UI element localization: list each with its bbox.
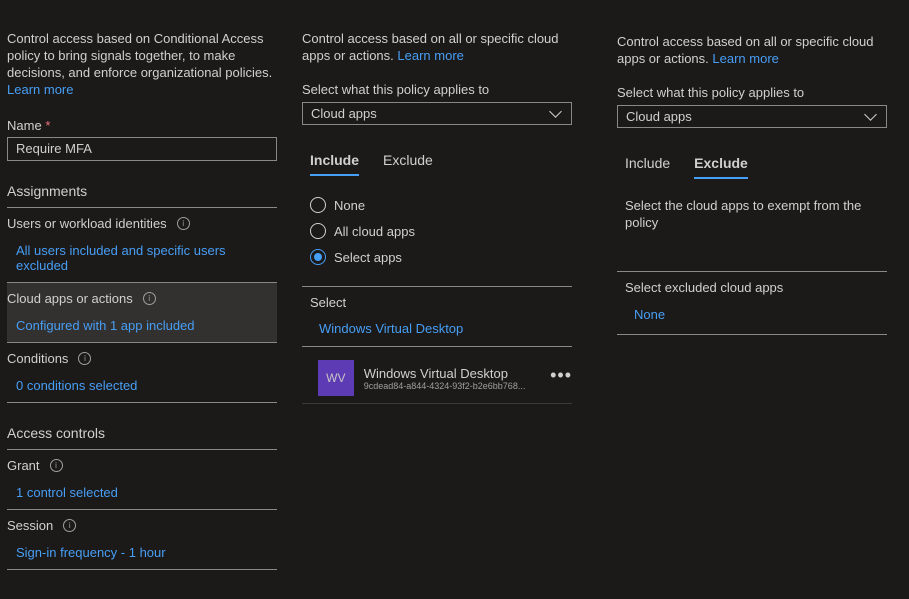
cloud-apps-intro: Control access based on all or specific … xyxy=(617,34,874,66)
assignments-heading: Assignments xyxy=(7,183,277,208)
grant-row: Grant i 1 control selected xyxy=(7,450,277,510)
info-icon[interactable]: i xyxy=(78,352,92,365)
session-row: Session i Sign-in frequency - 1 hour xyxy=(7,510,277,570)
excluded-apps-label: Select excluded cloud apps xyxy=(625,280,784,295)
applies-to-dropdown[interactable]: Cloud apps xyxy=(302,102,572,125)
tab-include[interactable]: Include xyxy=(625,155,670,179)
select-apps-link[interactable]: Windows Virtual Desktop xyxy=(310,321,572,336)
app-id: 9cdead84-a844-4324-93f2-b2e6bb768... xyxy=(363,380,526,391)
cloud-apps-title: Cloud apps or actions xyxy=(7,291,133,306)
learn-more-link[interactable]: Learn more xyxy=(397,48,463,63)
tab-exclude[interactable]: Exclude xyxy=(694,155,748,179)
exclude-description: Select the cloud apps to exempt from the… xyxy=(625,198,862,230)
excluded-apps-link[interactable]: None xyxy=(625,307,887,322)
cloud-apps-exclude-panel: Control access based on all or specific … xyxy=(617,0,887,335)
select-apps-section: Select Windows Virtual Desktop xyxy=(302,286,572,347)
tab-exclude[interactable]: Exclude xyxy=(383,152,433,176)
policy-panel: Control access based on Conditional Acce… xyxy=(7,0,277,570)
radio-select-apps[interactable]: Select apps xyxy=(310,244,572,270)
radio-circle[interactable] xyxy=(310,223,326,239)
radio-circle-selected[interactable] xyxy=(310,249,326,265)
conditions-title: Conditions xyxy=(7,351,69,366)
users-link[interactable]: All users included and specific users ex… xyxy=(7,243,277,273)
radio-none[interactable]: None xyxy=(310,192,572,218)
app-tile-icon: WV xyxy=(318,360,354,396)
info-icon[interactable]: i xyxy=(142,292,156,305)
cloud-apps-include-panel: Control access based on all or specific … xyxy=(302,0,572,404)
chevron-down-icon xyxy=(864,107,877,121)
apps-radio-group: None All cloud apps Select apps xyxy=(302,192,572,270)
required-marker: * xyxy=(45,118,51,133)
info-icon[interactable]: i xyxy=(63,519,77,532)
grant-title: Grant xyxy=(7,458,40,473)
more-icon[interactable]: ••• xyxy=(550,365,572,386)
radio-circle[interactable] xyxy=(310,197,326,213)
info-icon[interactable]: i xyxy=(49,459,63,472)
include-exclude-tabs: Include Exclude xyxy=(617,155,887,179)
access-controls-heading: Access controls xyxy=(7,425,277,450)
excluded-apps-section: Select excluded cloud apps None xyxy=(617,271,887,335)
applies-to-dropdown[interactable]: Cloud apps xyxy=(617,105,887,128)
name-label: Name * xyxy=(7,118,51,133)
chevron-down-icon xyxy=(549,104,562,118)
cloud-apps-row[interactable]: Cloud apps or actions i Configured with 1… xyxy=(7,283,277,343)
learn-more-link[interactable]: Learn more xyxy=(712,51,778,66)
conditions-link[interactable]: 0 conditions selected xyxy=(7,378,277,393)
tab-include[interactable]: Include xyxy=(310,152,360,176)
select-label: Select xyxy=(310,295,347,310)
applies-to-label: Select what this policy applies to xyxy=(617,85,805,100)
name-field[interactable]: Require MFA xyxy=(7,137,277,161)
selected-app-item: WV Windows Virtual Desktop 9cdead84-a844… xyxy=(302,360,572,404)
info-icon[interactable]: i xyxy=(176,217,190,230)
policy-intro: Control access based on Conditional Acce… xyxy=(7,31,273,97)
session-title: Session xyxy=(7,518,54,533)
users-row: Users or workload identities i All users … xyxy=(7,208,277,283)
radio-all-cloud-apps[interactable]: All cloud apps xyxy=(310,218,572,244)
users-title: Users or workload identities xyxy=(7,216,167,231)
conditions-row: Conditions i 0 conditions selected xyxy=(7,343,277,403)
grant-link[interactable]: 1 control selected xyxy=(7,485,277,500)
include-exclude-tabs: Include Exclude xyxy=(302,152,572,176)
app-name: Windows Virtual Desktop xyxy=(363,365,508,381)
session-link[interactable]: Sign-in frequency - 1 hour xyxy=(7,545,277,560)
learn-more-link[interactable]: Learn more xyxy=(7,82,73,97)
applies-to-label: Select what this policy applies to xyxy=(302,82,490,97)
cloud-apps-intro: Control access based on all or specific … xyxy=(302,31,559,63)
cloud-apps-link[interactable]: Configured with 1 app included xyxy=(7,318,277,333)
